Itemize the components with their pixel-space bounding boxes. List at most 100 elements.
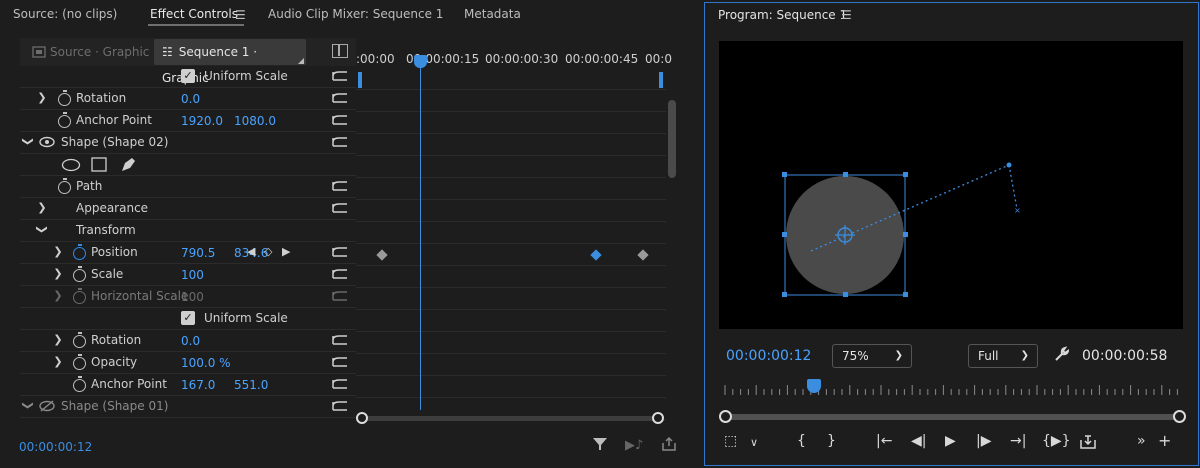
anchor-point-y-value[interactable]: 1080.0 — [234, 114, 276, 128]
reset-icon[interactable] — [331, 92, 349, 104]
step-forward-icon[interactable]: |▶ — [976, 433, 991, 449]
zoom-scrollbar[interactable] — [719, 409, 1187, 425]
transform-handle[interactable] — [782, 172, 787, 177]
reset-icon[interactable] — [331, 378, 349, 390]
keyframe-diamond[interactable] — [376, 249, 388, 261]
anchor-point-y-value[interactable]: 551.0 — [234, 378, 268, 392]
vertical-scrollbar[interactable] — [668, 100, 676, 178]
ellipse-mask-icon[interactable] — [61, 158, 81, 172]
opacity-value[interactable]: 100.0 % — [181, 356, 231, 370]
reset-icon[interactable] — [331, 268, 349, 280]
stopwatch-icon[interactable] — [73, 332, 86, 348]
scale-value[interactable]: 100 — [181, 268, 204, 282]
keyframe-track-area[interactable] — [356, 68, 668, 420]
stopwatch-active-icon[interactable] — [73, 244, 86, 260]
scrollbar-end-handle[interactable] — [652, 412, 664, 424]
hamburger-menu-icon[interactable]: ☰ — [235, 8, 246, 22]
program-monitor-canvas[interactable]: × — [719, 41, 1183, 329]
transform-handle[interactable] — [903, 172, 908, 177]
scrollbar-start-handle[interactable] — [719, 410, 732, 423]
transform-handle[interactable] — [782, 232, 787, 237]
reset-icon[interactable] — [331, 70, 349, 82]
program-monitor-title[interactable]: Program: Sequence 1 — [718, 8, 847, 22]
sequence-clip-tab[interactable]: ☷Sequence 1 · Graphic — [154, 39, 306, 85]
wrench-settings-icon[interactable] — [1053, 346, 1069, 362]
pen-tool-icon[interactable] — [119, 156, 137, 173]
timeline-zoom-scrollbar[interactable] — [356, 410, 664, 426]
stopwatch-icon[interactable] — [73, 354, 86, 370]
shape-preview[interactable]: × — [719, 41, 1183, 329]
expand-chevron-icon[interactable]: ❯ — [52, 267, 64, 280]
transform-handle[interactable] — [843, 172, 848, 177]
playhead-timecode[interactable]: 00:00:00:12 — [726, 348, 811, 364]
anchor-point-x-value[interactable]: 167.0 — [181, 378, 215, 392]
safe-margins-icon[interactable]: ⬚ — [724, 433, 737, 449]
collapse-chevron-icon[interactable]: ❯ — [36, 224, 49, 236]
play-icon[interactable]: ▶ — [945, 433, 956, 449]
scrollbar-start-handle[interactable] — [356, 412, 368, 424]
mark-out-icon[interactable]: } — [827, 433, 836, 449]
playhead-handle[interactable] — [807, 379, 821, 393]
position-x-value[interactable]: 790.5 — [181, 246, 215, 260]
tab-effect-controls[interactable]: Effect Controls — [150, 7, 238, 21]
add-button-icon[interactable]: + — [1158, 431, 1171, 450]
reset-icon[interactable] — [331, 114, 349, 126]
uniform-scale-checkbox[interactable]: ✓ — [181, 311, 195, 325]
filter-icon[interactable] — [592, 436, 608, 452]
collapse-chevron-icon[interactable]: ❯ — [22, 136, 35, 148]
reset-icon[interactable] — [331, 246, 349, 258]
mark-in-icon[interactable]: { — [797, 433, 806, 449]
tab-source[interactable]: Source: (no clips) — [13, 7, 117, 21]
scrollbar-track[interactable] — [362, 416, 658, 421]
scrollbar-track[interactable] — [725, 414, 1181, 420]
previous-keyframe-icon[interactable]: ◀ — [247, 245, 255, 258]
transform-handle[interactable] — [903, 292, 908, 297]
rectangle-mask-icon[interactable] — [91, 157, 107, 172]
stopwatch-icon[interactable] — [73, 376, 86, 392]
stopwatch-icon[interactable] — [58, 90, 71, 106]
scrollbar-end-handle[interactable] — [1173, 410, 1186, 423]
uniform-scale-checkbox[interactable]: ✓ — [181, 69, 195, 83]
expand-chevron-icon[interactable]: ❯ — [52, 333, 64, 346]
next-keyframe-icon[interactable]: ▶ — [282, 245, 290, 258]
expand-chevron-icon[interactable]: ❯ — [36, 91, 48, 104]
stopwatch-icon[interactable] — [58, 178, 71, 194]
rotation-value[interactable]: 0.0 — [181, 334, 200, 348]
expand-chevron-icon[interactable]: ❯ — [52, 245, 64, 258]
tab-metadata[interactable]: Metadata — [464, 7, 521, 21]
playhead-line[interactable] — [420, 58, 421, 410]
motion-path-keyframe[interactable] — [1006, 162, 1012, 168]
stopwatch-icon[interactable] — [73, 266, 86, 282]
toggle-timeline-view-icon[interactable] — [332, 44, 348, 58]
transform-handle[interactable] — [843, 292, 848, 297]
go-to-out-icon[interactable]: →| — [1010, 433, 1026, 449]
expand-chevron-icon[interactable]: ❯ — [52, 355, 64, 368]
reset-icon[interactable] — [331, 400, 349, 412]
keyframe-diamond-selected[interactable] — [590, 249, 602, 261]
add-keyframe-icon[interactable]: ◇ — [264, 245, 272, 258]
transform-handle[interactable] — [903, 232, 908, 237]
zoom-level-dropdown[interactable]: 75% ❯ — [832, 344, 912, 368]
motion-path[interactable] — [1008, 164, 1018, 210]
reset-icon[interactable] — [331, 136, 349, 148]
keyframe-diamond[interactable] — [637, 249, 649, 261]
eye-hidden-icon[interactable] — [39, 400, 55, 412]
playhead-handle[interactable] — [414, 55, 427, 68]
play-in-to-out-icon[interactable]: {▶} — [1042, 433, 1071, 449]
expand-chevron-icon[interactable]: ❯ — [36, 201, 48, 214]
reset-icon[interactable] — [331, 202, 349, 214]
reset-icon[interactable] — [331, 334, 349, 346]
stopwatch-icon[interactable] — [58, 112, 71, 128]
chevron-down-icon[interactable]: ∨ — [750, 436, 758, 449]
collapse-chevron-icon[interactable]: ❯ — [22, 400, 35, 412]
keyframe-timeline[interactable]: :00:00 00:00:00:15 00:00:00:30 00:00:00:… — [356, 38, 672, 420]
step-back-icon[interactable]: ◀| — [911, 433, 926, 449]
transform-handle[interactable] — [782, 292, 787, 297]
loop-audio-icon[interactable]: ▶♪ — [625, 438, 643, 453]
tab-audio-clip-mixer[interactable]: Audio Clip Mixer: Sequence 1 — [268, 7, 443, 21]
anchor-point-x-value[interactable]: 1920.0 — [181, 114, 223, 128]
more-controls-icon[interactable]: » — [1137, 433, 1146, 449]
time-ruler-ticks[interactable] — [719, 383, 1185, 397]
rotation-value[interactable]: 0.0 — [181, 92, 200, 106]
reset-icon[interactable] — [331, 356, 349, 368]
